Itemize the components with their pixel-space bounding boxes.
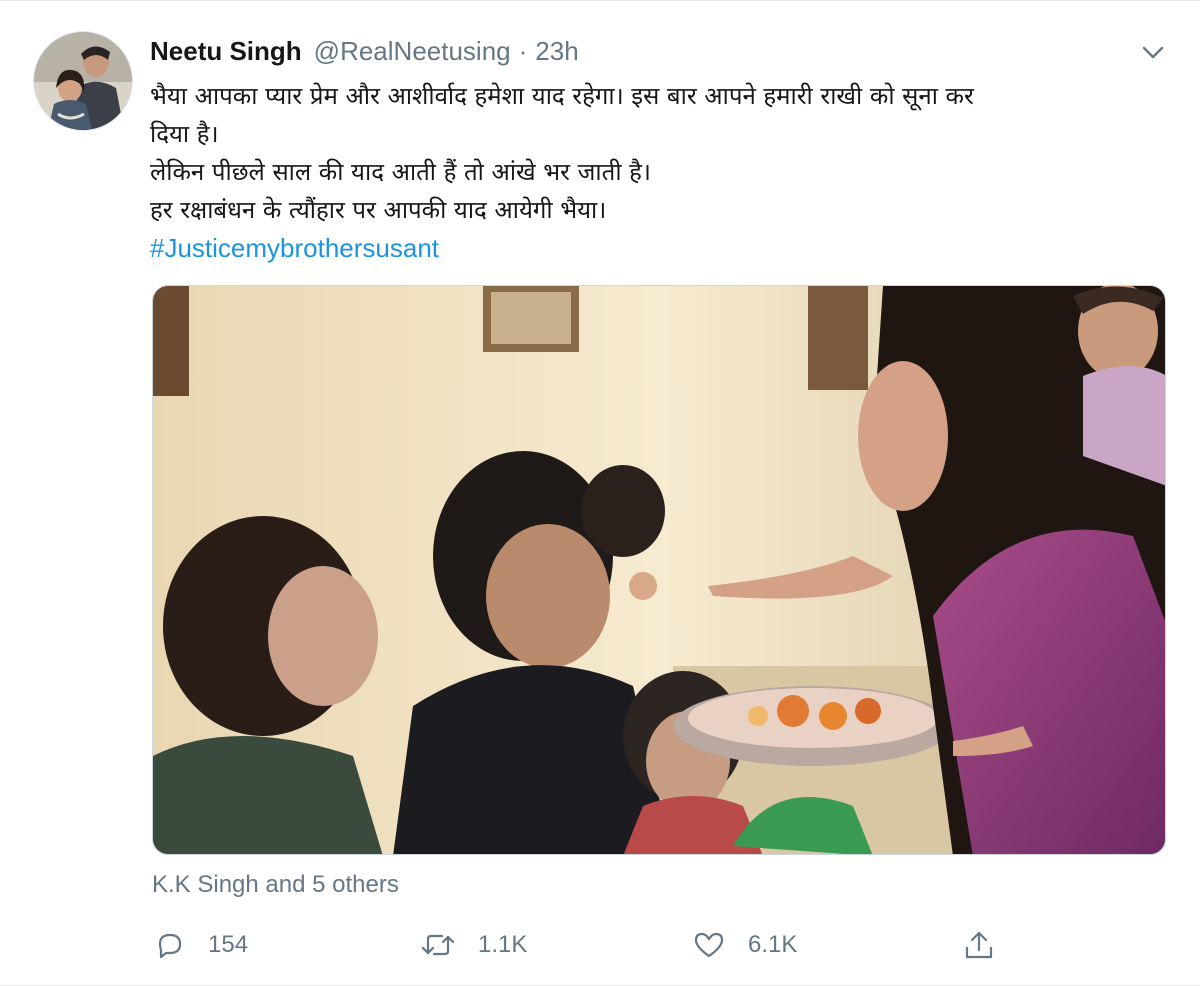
retweet-icon: [421, 934, 455, 956]
display-name[interactable]: Neetu Singh: [150, 34, 302, 68]
tweet-text-line: हर रक्षाबंधन के त्यौंहार पर आपकी याद आये…: [150, 196, 607, 224]
tweet-text-line: लेकिन पीछले साल की याद आती हैं तो आंखे भ…: [150, 158, 652, 186]
tweet-text-line: भैया आपका प्यार प्रेम और आशीर्वाद हमेशा …: [150, 82, 974, 110]
tagged-users[interactable]: K.K Singh and 5 others: [152, 870, 399, 900]
reply-icon: [158, 933, 182, 959]
like-button[interactable]: 6.1K: [692, 923, 797, 967]
share-icon: [965, 931, 993, 959]
reply-count: 154: [208, 931, 249, 958]
retweet-button[interactable]: 1.1K: [420, 923, 527, 967]
tweet-photo[interactable]: [152, 285, 1166, 855]
retweet-count: 1.1K: [478, 931, 528, 958]
tweet-header: Neetu Singh @RealNeetusing · 23h: [150, 34, 579, 70]
user-handle[interactable]: @RealNeetusing: [314, 34, 511, 68]
reply-button[interactable]: 154: [154, 923, 248, 967]
avatar[interactable]: [33, 31, 133, 131]
share-button[interactable]: [962, 923, 1018, 967]
tweet-text: भैया आपका प्यार प्रेम और आशीर्वाद हमेशा …: [150, 77, 1170, 268]
chevron-down-icon[interactable]: [1138, 39, 1168, 65]
heart-icon: [694, 932, 724, 958]
tweet-text-line: दिया है।: [150, 120, 219, 148]
tweet-actions: 154 1.1K 6.1K: [150, 923, 1170, 967]
separator-dot: ·: [518, 36, 528, 66]
hashtag-link[interactable]: #Justicemybrothersusant: [150, 233, 439, 263]
tweet-card[interactable]: Neetu Singh @RealNeetusing · 23h भैया आप…: [0, 0, 1200, 986]
like-count: 6.1K: [748, 931, 798, 958]
tweet-timestamp[interactable]: 23h: [535, 34, 578, 68]
